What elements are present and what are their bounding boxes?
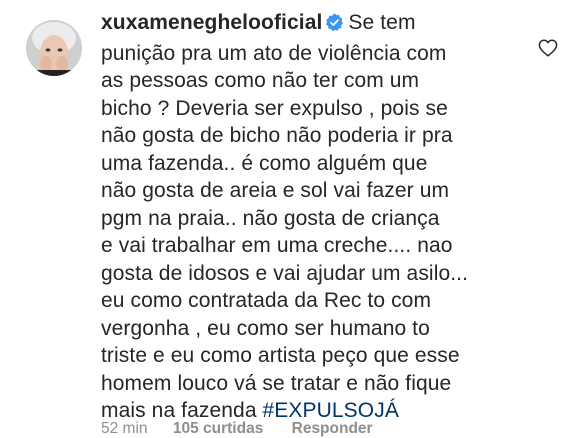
comment-first-line: xuxameneghelooficial Se tem	[101, 9, 513, 40]
comment-line: eu como contratada da Rec to com	[101, 289, 432, 312]
comment-meta: 52 min 105 curtidas Responder	[101, 420, 373, 438]
comment-line: bicho ? Deveria ser expulso , pois se	[101, 96, 448, 120]
comment-line: uma fazenda.. é como alguém que	[101, 151, 428, 175]
comment-body: xuxameneghelooficial Se tem punição pra u…	[101, 9, 513, 425]
comment-line: não gosta de areia e sol vai fazer um	[101, 179, 450, 202]
comment-line: Se tem	[348, 11, 416, 34]
comment-line: mais na fazenda	[101, 399, 263, 422]
comment-line: e vai trabalhar em uma creche.... nao	[101, 234, 453, 257]
comment-time[interactable]: 52 min	[101, 420, 148, 438]
verified-badge-icon	[325, 12, 344, 40]
hashtag-link[interactable]: #EXPULSOJÁ	[263, 399, 399, 422]
heart-outline-icon[interactable]	[538, 39, 558, 57]
comment-line: gosta de idosos e vai ajudar um asilo...	[101, 261, 469, 285]
avatar[interactable]	[26, 20, 82, 76]
likes-count[interactable]: 105 curtidas	[173, 420, 263, 438]
comment-line: as pessoas como não ter com um	[101, 69, 420, 92]
comment-line: pgm na praia.. não gosta de criança	[101, 206, 440, 230]
reply-button[interactable]: Responder	[292, 420, 373, 438]
comment-line: triste e eu como artista peço que esse	[101, 344, 460, 367]
username[interactable]: xuxameneghelooficial	[101, 11, 322, 34]
comment: xuxameneghelooficial Se tem punição pra u…	[0, 0, 567, 438]
comment-line: punição pra um ato de violência com	[101, 41, 447, 65]
comment-line: não gosta de bicho não poderia ir pra	[101, 124, 453, 147]
comment-line: vergonha , eu como ser humano to	[101, 316, 430, 340]
comment-line: homem louco vá se tratar e não fique	[101, 371, 452, 395]
avatar-image	[26, 20, 82, 76]
